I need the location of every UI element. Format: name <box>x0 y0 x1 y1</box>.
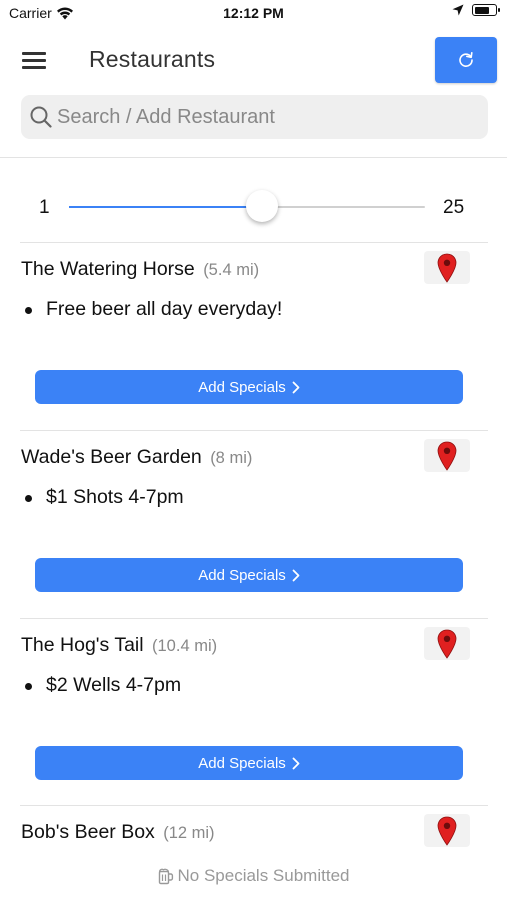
status-time: 12:12 PM <box>223 5 284 21</box>
slider-thumb[interactable] <box>246 190 278 222</box>
slider-min-label: 1 <box>39 197 50 218</box>
card-divider <box>20 242 488 243</box>
slider-fill <box>69 206 262 208</box>
restaurant-name-row: The Hog's Tail (10.4 mi) <box>21 634 217 657</box>
map-pin-icon <box>437 629 457 659</box>
restaurant-distance: (5.4 mi) <box>203 261 260 279</box>
battery-icon <box>472 4 500 16</box>
no-specials-label: No Specials Submitted <box>177 866 350 885</box>
location-arrow-icon <box>452 4 464 16</box>
status-bar: Carrier 12:12 PM <box>0 0 507 28</box>
chevron-right-icon <box>292 381 300 393</box>
map-pin-icon <box>437 816 457 846</box>
special-item: $2 Wells 4-7pm <box>25 674 182 697</box>
card-divider <box>20 430 488 431</box>
search-input[interactable] <box>57 95 477 139</box>
search-icon <box>30 106 52 128</box>
special-item: $1 Shots 4-7pm <box>25 486 184 509</box>
refresh-button[interactable] <box>435 37 497 83</box>
add-specials-button[interactable]: Add Specials <box>35 558 463 592</box>
restaurant-distance: (10.4 mi) <box>152 637 218 655</box>
divider <box>0 157 507 158</box>
restaurant-name: The Watering Horse <box>21 258 195 280</box>
map-pin-icon <box>437 253 457 283</box>
restaurant-distance: (8 mi) <box>210 449 253 467</box>
special-text: $1 Shots 4-7pm <box>46 486 184 508</box>
status-right <box>452 4 500 16</box>
map-button[interactable] <box>424 814 470 847</box>
add-specials-label: Add Specials <box>198 378 286 396</box>
add-specials-button[interactable]: Add Specials <box>35 746 463 780</box>
restaurant-distance: (12 mi) <box>163 824 215 842</box>
restaurant-name: Wade's Beer Garden <box>21 446 202 468</box>
bullet <box>25 683 32 690</box>
bullet <box>25 495 32 502</box>
restaurant-name: The Hog's Tail <box>21 634 144 656</box>
slider-max-label: 25 <box>443 197 465 218</box>
distance-slider[interactable] <box>69 190 425 222</box>
restaurant-name-row: Wade's Beer Garden (8 mi) <box>21 446 252 469</box>
hamburger-icon[interactable] <box>22 50 48 70</box>
special-text: $2 Wells 4-7pm <box>46 674 182 696</box>
page-title: Restaurants <box>89 46 216 72</box>
chevron-right-icon <box>292 569 300 581</box>
map-button[interactable] <box>424 627 470 660</box>
restaurant-name-row: Bob's Beer Box (12 mi) <box>21 821 215 844</box>
map-button[interactable] <box>424 439 470 472</box>
special-text: Free beer all day everyday! <box>46 298 283 320</box>
map-pin-icon <box>437 441 457 471</box>
search-box[interactable] <box>21 95 488 139</box>
special-item: Free beer all day everyday! <box>25 298 283 321</box>
map-button[interactable] <box>424 251 470 284</box>
header: Restaurants <box>0 32 507 88</box>
add-specials-label: Add Specials <box>198 754 286 772</box>
add-specials-label: Add Specials <box>198 566 286 584</box>
card-divider <box>20 805 488 806</box>
no-specials-message: No Specials Submitted <box>0 866 507 886</box>
add-specials-button[interactable]: Add Specials <box>35 370 463 404</box>
chevron-right-icon <box>292 757 300 769</box>
refresh-icon <box>459 52 473 67</box>
battery-level <box>474 6 489 14</box>
beer-mug-icon <box>158 868 173 884</box>
card-divider <box>20 618 488 619</box>
restaurant-name-row: The Watering Horse (5.4 mi) <box>21 258 259 281</box>
bullet <box>25 307 32 314</box>
restaurant-name: Bob's Beer Box <box>21 821 155 843</box>
